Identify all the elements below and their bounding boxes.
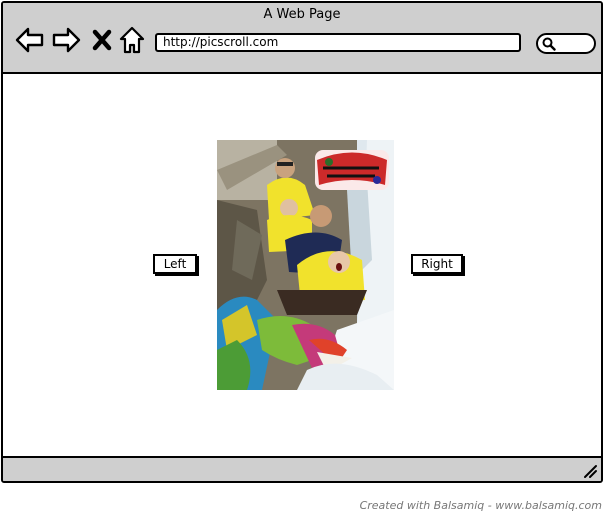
- forward-button[interactable]: [51, 25, 81, 55]
- browser-window: A Web Page http://picscroll.com Left Rig…: [1, 1, 603, 483]
- address-bar[interactable]: http://picscroll.com: [155, 33, 521, 52]
- window-title: A Web Page: [263, 7, 341, 22]
- status-bar: [3, 456, 601, 481]
- back-button[interactable]: [15, 25, 45, 55]
- stop-button[interactable]: [91, 25, 113, 55]
- resize-grip-icon[interactable]: [582, 463, 598, 479]
- browser-toolbar: A Web Page http://picscroll.com: [3, 3, 601, 74]
- right-button[interactable]: Right: [411, 254, 463, 274]
- arrow-right-icon: [52, 27, 81, 53]
- left-button[interactable]: Left: [153, 254, 197, 274]
- page-content: Left Right: [3, 74, 601, 458]
- photo-image[interactable]: [217, 140, 394, 390]
- arrow-left-icon: [15, 27, 44, 53]
- log-flume-photo: [217, 140, 394, 390]
- balsamiq-credit: Created with Balsamiq - www.balsamiq.com: [359, 499, 602, 512]
- home-button[interactable]: [119, 25, 145, 55]
- search-input[interactable]: [536, 33, 596, 54]
- search-icon: [542, 37, 556, 51]
- close-x-icon: [92, 29, 112, 51]
- home-icon: [119, 26, 145, 54]
